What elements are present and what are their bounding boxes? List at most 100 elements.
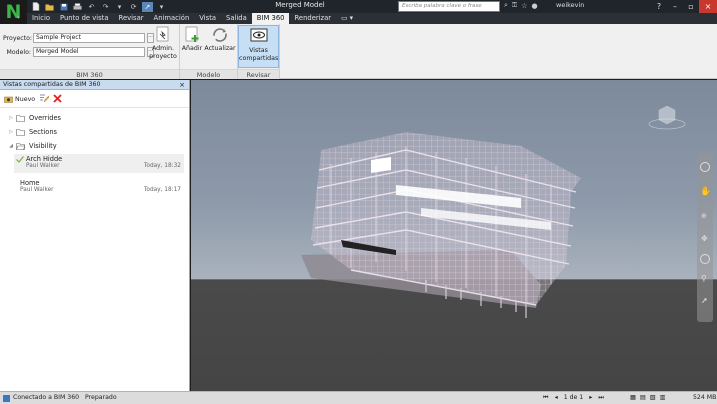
- memory-bar-icon: ▥: [659, 394, 666, 401]
- status-bar: Conectado a BIM 360 Preparado ⏮ ◂ 1 de 1…: [0, 391, 717, 404]
- panel-modelo-label: Modelo: [180, 69, 237, 79]
- select-cursor-icon[interactable]: ➚: [142, 1, 153, 12]
- folder-overrides[interactable]: ▷ Overrides: [6, 112, 61, 124]
- new-view-button[interactable]: Nuevo: [4, 96, 35, 103]
- connection-status: Conectado a BIM 360: [3, 392, 79, 404]
- shared-views-button[interactable]: Vistas compartidas: [238, 25, 279, 68]
- last-page-icon[interactable]: ⏭: [598, 392, 604, 404]
- tab-bim-360[interactable]: BIM 360: [251, 13, 290, 24]
- memory-usage: 524 MB: [693, 394, 717, 401]
- walk-icon[interactable]: ⚲: [701, 274, 707, 283]
- window-title: Merged Model: [275, 1, 325, 9]
- model-field[interactable]: Merged Model: [33, 47, 145, 57]
- collapse-icon[interactable]: ◢: [6, 143, 16, 149]
- update-model-button[interactable]: Actualizar: [203, 26, 237, 53]
- title-bar: N ▾ ↶ ↷ ▾ ⟳ ➚ ▾ Merged Model Escriba pal…: [0, 0, 717, 24]
- chevron-down-icon[interactable]: ▾: [156, 2, 167, 12]
- folder-label: Sections: [29, 128, 57, 136]
- tab-punto-de-vista[interactable]: Punto de vista: [55, 13, 114, 24]
- tab-renderizar[interactable]: Renderizar: [289, 13, 336, 24]
- new-file-icon[interactable]: [30, 2, 41, 12]
- look-around-icon[interactable]: [700, 254, 710, 264]
- user-name[interactable]: weikevin: [556, 1, 584, 9]
- zoom-icon[interactable]: ⊕: [701, 212, 707, 220]
- expand-icon[interactable]: ▷: [6, 115, 16, 121]
- tab-vista[interactable]: Vista: [194, 13, 221, 24]
- panel-bim360-label: BIM 360: [0, 69, 179, 79]
- chevron-down-icon[interactable]: ▾: [114, 2, 125, 12]
- app-window: N ▾ ↶ ↷ ▾ ⟳ ➚ ▾ Merged Model Escriba pal…: [0, 0, 717, 404]
- add-icon: [183, 26, 201, 44]
- tab-revisar[interactable]: Revisar: [114, 13, 149, 24]
- redo-icon[interactable]: ↷: [100, 2, 111, 12]
- steeringwheel-icon[interactable]: [700, 162, 710, 172]
- add-model-label: Añadir: [181, 45, 203, 52]
- bim360-status-icon: [3, 394, 10, 402]
- panel-title: Vistas compartidas de BIM 360: [3, 81, 101, 88]
- tab-salida[interactable]: Salida: [221, 13, 252, 24]
- status-tools: ▦ ▤ ▧ ▥: [630, 392, 665, 404]
- admin-project-button[interactable]: Admin. proyecto: [147, 26, 179, 60]
- admin-project-label-2: proyecto: [149, 52, 177, 60]
- view-item-arch-hidde[interactable]: Arch Hidde Paul Walker Today, 18:32: [14, 154, 184, 173]
- connection-status-text: Conectado a BIM 360: [13, 394, 80, 401]
- previous-page-icon[interactable]: ◂: [555, 392, 558, 404]
- maximize-button[interactable]: ▫: [683, 0, 699, 13]
- tab-inicio[interactable]: Inicio: [27, 13, 55, 24]
- folder-icon: [16, 114, 25, 122]
- panel-toolbar: Nuevo: [0, 92, 189, 108]
- add-model-button[interactable]: Añadir: [181, 26, 203, 53]
- panel-modelo: Añadir Actualizar Modelo: [180, 24, 238, 79]
- ribbon-options-icon[interactable]: ▭ ▾: [336, 13, 358, 24]
- page-indicator: 1 de 1: [563, 394, 584, 401]
- first-page-icon[interactable]: ⏮: [543, 392, 549, 404]
- search-input[interactable]: Escriba palabra clave o frase: [398, 1, 500, 12]
- ribbon: Proyecto: Sample Project ··· Modelo: Mer…: [0, 24, 717, 79]
- project-label: Proyecto:: [3, 34, 32, 42]
- minimize-button[interactable]: –: [667, 0, 683, 13]
- shared-views-icon: [250, 28, 268, 46]
- edit-view-icon[interactable]: [39, 94, 50, 105]
- admin-project-label: Admin.: [151, 45, 175, 52]
- project-field[interactable]: Sample Project: [33, 33, 145, 43]
- folder-label: Visibility: [29, 142, 57, 150]
- shared-views-panel: Vistas compartidas de BIM 360 × Nuevo ▷ …: [0, 80, 190, 391]
- admin-project-icon: [154, 26, 172, 44]
- binoculars-icon[interactable]: ⌕: [504, 1, 508, 10]
- application-menu-button[interactable]: N ▾: [0, 0, 27, 24]
- panel-revisar: Vistas compartidas Revisar: [238, 24, 280, 79]
- refresh-icon[interactable]: ⟳: [128, 2, 139, 12]
- panel-header: Vistas compartidas de BIM 360 ×: [0, 80, 189, 90]
- pan-hand-icon[interactable]: ✋: [700, 187, 711, 197]
- navigation-bar: ✋ ⊕ ✥ ⚲ ➚: [697, 152, 713, 322]
- delete-view-icon[interactable]: [53, 94, 62, 105]
- quick-access-toolbar: ↶ ↷ ▾ ⟳ ➚ ▾: [30, 1, 167, 12]
- tab-animacion[interactable]: Animación: [149, 13, 195, 24]
- 3d-viewport[interactable]: ✋ ⊕ ✥ ⚲ ➚: [191, 80, 717, 391]
- orbit-icon[interactable]: ✥: [701, 234, 708, 243]
- expand-icon[interactable]: ▷: [6, 129, 16, 135]
- print-icon[interactable]: [72, 2, 83, 12]
- open-file-icon[interactable]: [44, 2, 55, 12]
- undo-icon[interactable]: ↶: [86, 2, 97, 12]
- view-name: Arch Hidde: [26, 155, 63, 163]
- close-button[interactable]: ×: [699, 0, 717, 13]
- graphics-icon[interactable]: ▧: [650, 392, 656, 404]
- view-item-home[interactable]: Home Paul Walker Today, 18:17: [8, 178, 184, 197]
- view-date: Today, 18:17: [143, 187, 181, 193]
- key-icon[interactable]: ⚿: [512, 1, 517, 10]
- help-icon[interactable]: ?: [651, 0, 667, 13]
- view-user: Paul Walker: [20, 187, 54, 193]
- new-view-icon: [4, 96, 13, 103]
- sheet-icon[interactable]: ▤: [640, 392, 646, 404]
- star-icon[interactable]: ☆: [521, 2, 527, 10]
- save-icon[interactable]: [58, 2, 69, 12]
- ribbon-tab-bar: Inicio Punto de vista Revisar Animación …: [0, 13, 717, 24]
- folder-visibility[interactable]: ◢ Visibility: [6, 140, 57, 152]
- panel-close-button[interactable]: ×: [179, 80, 185, 90]
- user-icon[interactable]: ●: [532, 2, 538, 10]
- grid-icon[interactable]: ▦: [630, 392, 636, 404]
- select-cursor-icon[interactable]: ➚: [701, 296, 708, 305]
- folder-sections[interactable]: ▷ Sections: [6, 126, 57, 138]
- next-page-icon[interactable]: ▸: [589, 392, 592, 404]
